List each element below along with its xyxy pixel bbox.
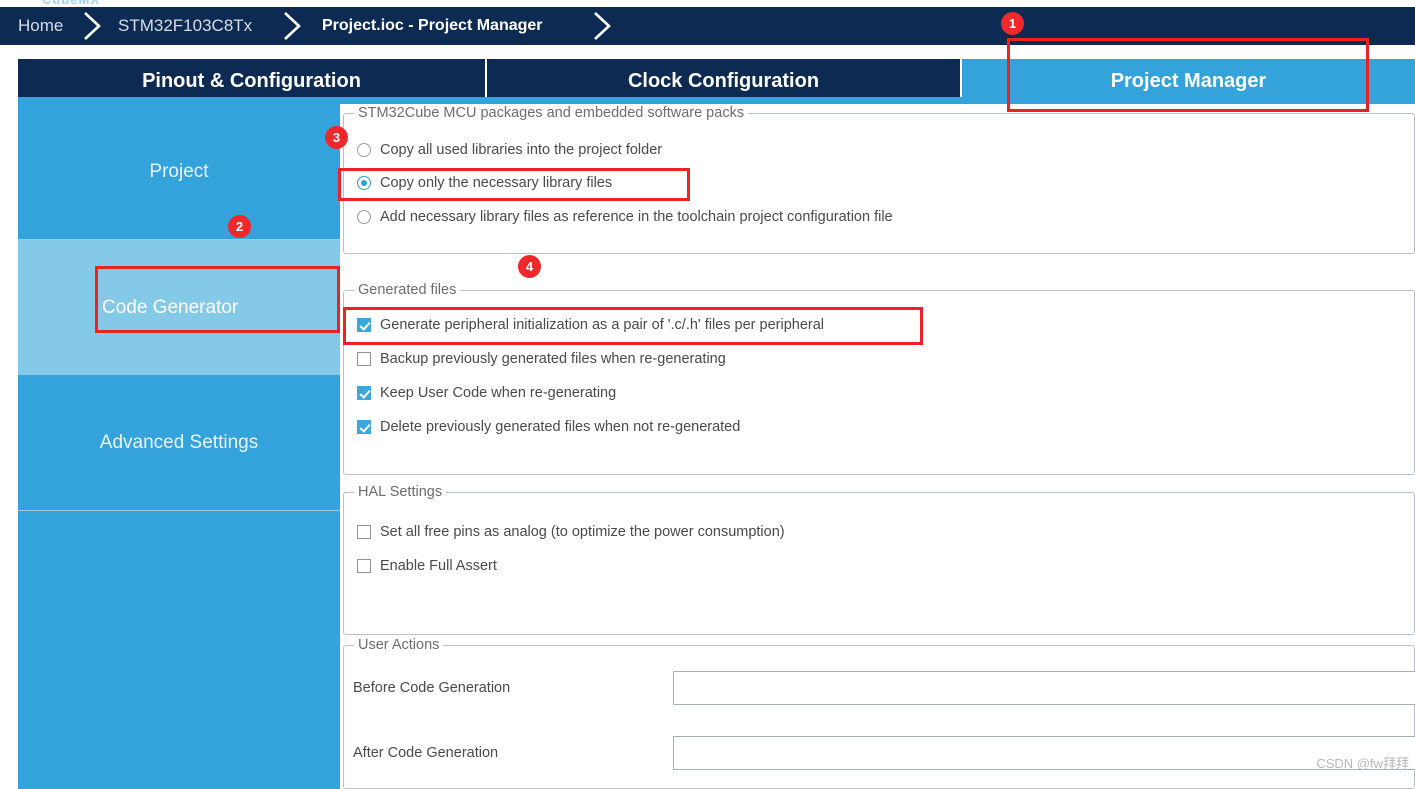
checkbox-icon-backup-generated-files[interactable] — [357, 352, 371, 366]
radio-copy-all-libraries[interactable]: Copy all used libraries into the project… — [357, 142, 662, 158]
radio-label-copy-all: Copy all used libraries into the project… — [380, 142, 663, 158]
checkbox-backup-generated-files[interactable]: Backup previously generated files when r… — [357, 351, 726, 367]
annotation-badge-4: 4 — [518, 255, 541, 278]
group-title-hal-settings: HAL Settings — [354, 484, 447, 500]
input-after-code-generation[interactable] — [673, 736, 1415, 770]
checkbox-icon-generate-peripheral-init[interactable] — [357, 318, 371, 332]
group-title-mcu-packages: STM32Cube MCU packages and embedded soft… — [354, 105, 749, 121]
checkbox-delete-generated-files[interactable]: Delete previously generated files when n… — [357, 419, 740, 435]
radio-label-copy-necessary: Copy only the necessary library files — [380, 175, 613, 191]
radio-copy-necessary-files[interactable]: Copy only the necessary library files — [357, 175, 612, 191]
input-before-code-generation[interactable] — [673, 671, 1415, 705]
breadcrumb-chevron-icon-2 — [282, 12, 304, 40]
checkbox-keep-user-code[interactable]: Keep User Code when re-generating — [357, 385, 616, 401]
checkbox-enable-full-assert[interactable]: Enable Full Assert — [357, 558, 497, 574]
checkbox-icon-keep-user-code[interactable] — [357, 386, 371, 400]
sidebar-item-label-code-generator: Code Generator — [102, 296, 239, 318]
checkbox-label-free-pins-analog: Set all free pins as analog (to optimize… — [380, 524, 785, 540]
sidebar-item-advanced-settings[interactable]: Advanced Settings — [18, 375, 340, 510]
group-user-actions: User Actions Before Code Generation Afte… — [343, 637, 1415, 789]
breadcrumb-chevron-icon-3 — [592, 12, 614, 40]
checkbox-label-keep-user-code: Keep User Code when re-generating — [380, 385, 617, 401]
sidebar-item-code-generator[interactable]: Code Generator — [18, 240, 340, 375]
checkbox-icon-free-pins-analog[interactable] — [357, 525, 371, 539]
annotation-badge-2: 2 — [228, 215, 251, 238]
group-mcu-packages: STM32Cube MCU packages and embedded soft… — [343, 105, 1415, 254]
radio-icon-add-reference[interactable] — [357, 210, 371, 224]
breadcrumb-item-home[interactable]: Home — [18, 7, 63, 45]
annotation-badge-3: 3 — [325, 126, 348, 149]
label-after-code-generation: After Code Generation — [353, 745, 499, 761]
group-hal-settings: HAL Settings Set all free pins as analog… — [343, 484, 1415, 635]
project-manager-content: STM32Cube MCU packages and embedded soft… — [340, 104, 1415, 789]
sidebar-item-project[interactable]: Project — [18, 104, 340, 239]
group-title-user-actions: User Actions — [354, 637, 444, 653]
group-title-generated-files: Generated files — [354, 282, 461, 298]
checkbox-label-delete-generated-files: Delete previously generated files when n… — [380, 419, 741, 435]
breadcrumb-chevron-icon-1 — [82, 12, 104, 40]
checkbox-label-generate-peripheral-init: Generate peripheral initialization as a … — [380, 317, 824, 333]
window-title-fragment: CubeMX — [42, 0, 162, 5]
checkbox-icon-delete-generated-files[interactable] — [357, 420, 371, 434]
checkbox-label-backup-generated-files: Backup previously generated files when r… — [380, 351, 726, 367]
breadcrumb-item-mcu[interactable]: STM32F103C8Tx — [118, 7, 252, 45]
sidebar-item-label-advanced-settings: Advanced Settings — [99, 431, 259, 453]
radio-icon-copy-necessary[interactable] — [357, 176, 371, 190]
sidebar: Project Code Generator Advanced Settings — [18, 104, 340, 789]
tab-underline — [18, 97, 1415, 104]
sidebar-item-label-project: Project — [149, 160, 209, 182]
radio-icon-copy-all[interactable] — [357, 143, 371, 157]
group-generated-files: Generated files Generate peripheral init… — [343, 282, 1415, 475]
label-before-code-generation: Before Code Generation — [353, 680, 511, 696]
checkbox-icon-enable-full-assert[interactable] — [357, 559, 371, 573]
breadcrumb-item-current[interactable]: Project.ioc - Project Manager — [322, 7, 543, 45]
sidebar-empty-area — [18, 511, 340, 789]
checkbox-free-pins-analog[interactable]: Set all free pins as analog (to optimize… — [357, 524, 785, 540]
checkbox-generate-peripheral-init[interactable]: Generate peripheral initialization as a … — [357, 317, 824, 333]
radio-add-as-reference[interactable]: Add necessary library files as reference… — [357, 209, 893, 225]
radio-label-add-reference: Add necessary library files as reference… — [380, 209, 893, 225]
annotation-badge-1: 1 — [1001, 12, 1024, 35]
breadcrumb: Home STM32F103C8Tx Project.ioc - Project… — [0, 7, 1415, 45]
checkbox-label-enable-full-assert: Enable Full Assert — [380, 558, 497, 574]
stm32cubemx-window: CubeMX Home STM32F103C8Tx Project.ioc - … — [0, 0, 1415, 789]
watermark: CSDN @fw拜拜 — [1316, 756, 1409, 771]
